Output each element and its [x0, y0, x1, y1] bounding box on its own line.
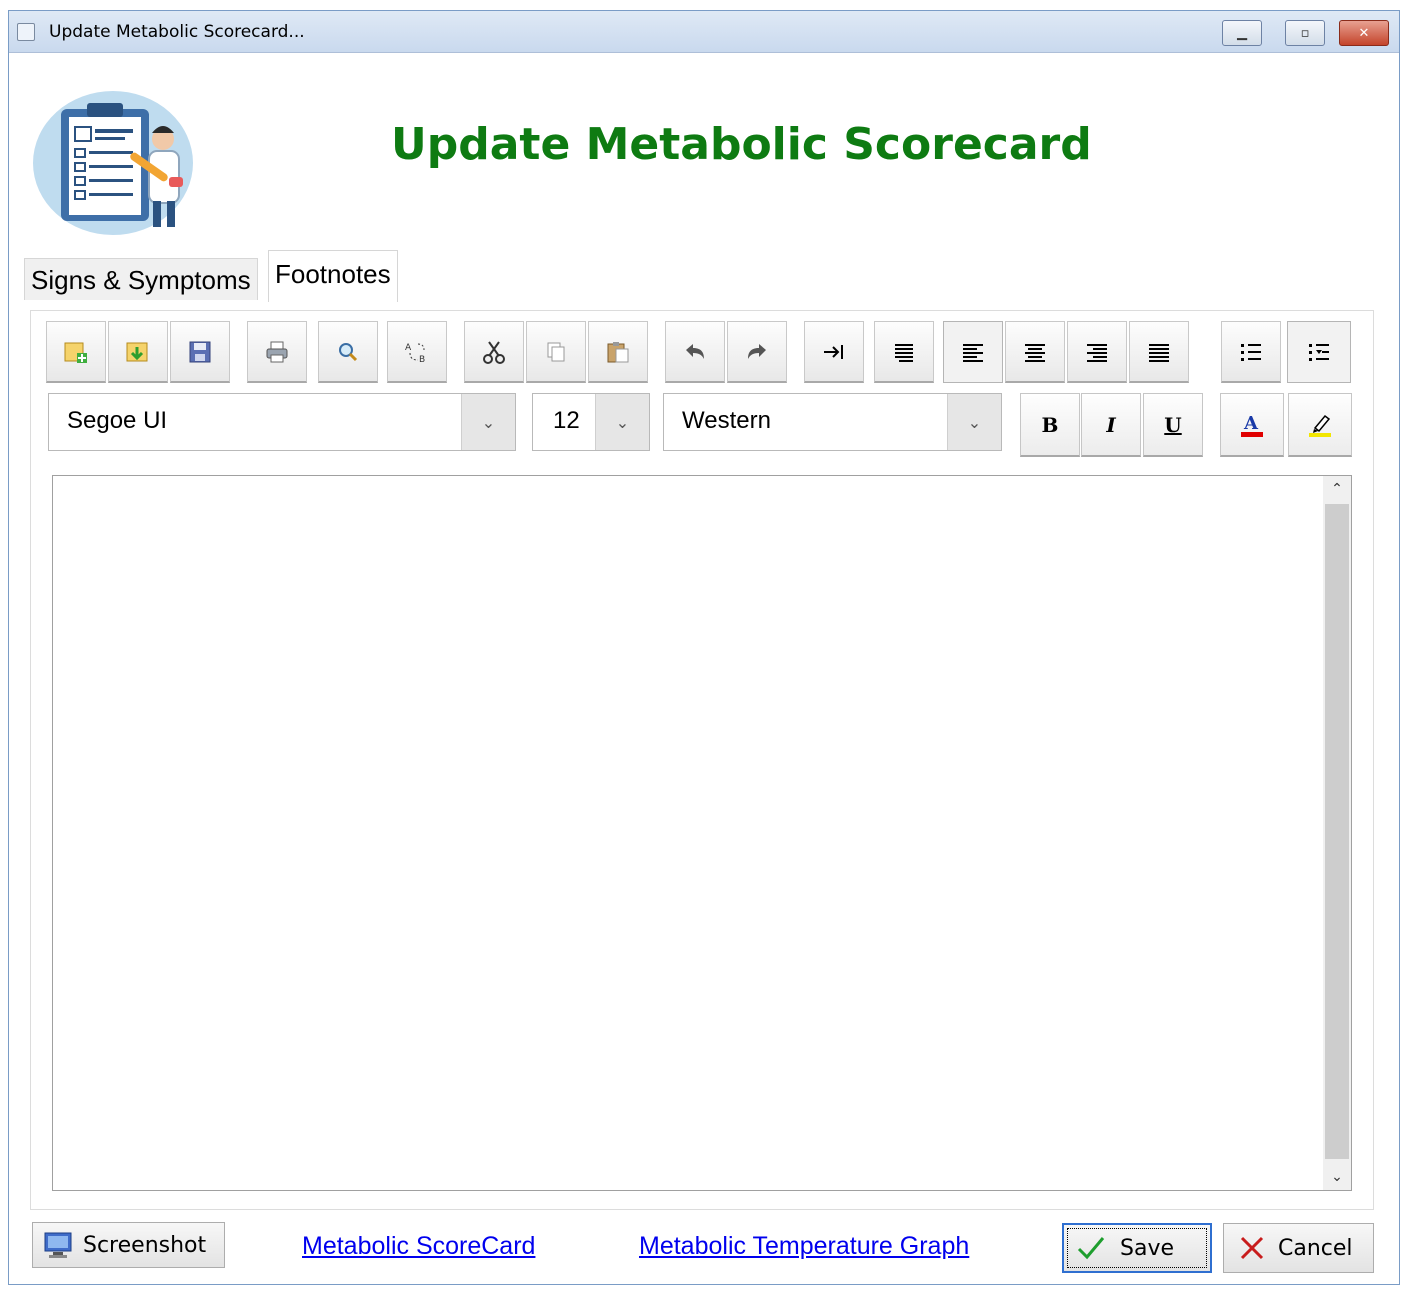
script-value: Western	[682, 407, 771, 434]
font-color-button[interactable]: A	[1220, 393, 1284, 457]
close-button[interactable]: ✕	[1339, 20, 1389, 46]
paragraph-button[interactable]	[874, 321, 934, 383]
scroll-down-icon[interactable]: ⌄	[1323, 1164, 1351, 1190]
new-document-icon	[64, 342, 87, 363]
cut-button[interactable]	[464, 321, 524, 383]
svg-text:B: B	[419, 355, 425, 365]
scrollbar-thumb[interactable]	[1325, 504, 1349, 1159]
paste-button[interactable]	[588, 321, 648, 383]
replace-button[interactable]: AB	[387, 321, 447, 383]
clipboard-illustration-icon	[33, 91, 193, 235]
bold-button[interactable]: B	[1020, 393, 1080, 457]
font-family-value: Segoe UI	[67, 407, 168, 434]
indent-button[interactable]	[804, 321, 864, 383]
monitor-icon	[44, 1232, 72, 1258]
underline-icon: U	[1164, 412, 1182, 437]
cancel-button[interactable]: Cancel	[1223, 1223, 1374, 1273]
screenshot-button[interactable]: Screenshot	[32, 1222, 225, 1268]
font-size-value: 12	[553, 407, 580, 434]
redo-button[interactable]	[727, 321, 787, 383]
numbered-list-button[interactable]	[1287, 321, 1351, 383]
bullet-list-icon	[1241, 343, 1261, 361]
save-button[interactable]: Save	[1062, 1223, 1212, 1273]
screenshot-label: Screenshot	[83, 1232, 207, 1258]
undo-button[interactable]	[665, 321, 725, 383]
find-icon	[339, 342, 358, 361]
script-select[interactable]: Western ⌄	[663, 393, 1002, 451]
bold-icon: B	[1041, 412, 1059, 437]
chevron-down-icon[interactable]: ⌄	[461, 394, 515, 450]
new-document-button[interactable]	[46, 321, 106, 383]
align-center-button[interactable]	[1005, 321, 1065, 383]
save-label: Save	[1120, 1235, 1175, 1261]
italic-icon: I	[1106, 412, 1116, 437]
redo-icon	[748, 343, 766, 359]
minimize-button[interactable]: ▁	[1222, 20, 1262, 46]
checkmark-icon	[1077, 1237, 1105, 1260]
editor-content[interactable]	[63, 486, 1311, 1180]
svg-text:A: A	[405, 343, 412, 353]
align-center-icon	[1025, 343, 1045, 362]
open-document-button[interactable]	[108, 321, 168, 383]
vertical-scrollbar[interactable]: ⌃ ⌄	[1323, 476, 1351, 1190]
font-size-select[interactable]: 12 ⌄	[532, 393, 650, 451]
page-title: Update Metabolic Scorecard	[391, 119, 1092, 170]
chevron-down-icon[interactable]: ⌄	[947, 394, 1001, 450]
find-button[interactable]	[318, 321, 378, 383]
highlight-button[interactable]	[1288, 393, 1352, 457]
numbered-list-icon	[1309, 344, 1329, 361]
app-icon	[17, 23, 35, 41]
align-left-icon	[963, 344, 983, 362]
align-right-button[interactable]	[1067, 321, 1127, 383]
chevron-down-icon[interactable]: ⌄	[595, 394, 649, 450]
justify-button[interactable]	[1129, 321, 1189, 383]
highlight-marker-icon	[1309, 414, 1331, 437]
copy-button[interactable]	[526, 321, 586, 383]
open-document-icon	[126, 342, 148, 361]
indent-icon	[824, 344, 843, 359]
print-button[interactable]	[247, 321, 307, 383]
italic-button[interactable]: I	[1081, 393, 1141, 457]
scroll-up-icon[interactable]: ⌃	[1323, 476, 1351, 502]
minimize-icon: ▁	[1237, 25, 1247, 41]
close-x-icon	[1240, 1236, 1264, 1260]
underline-button[interactable]: U	[1143, 393, 1203, 457]
metabolic-scorecard-link[interactable]: Metabolic ScoreCard	[302, 1232, 535, 1261]
save-file-button[interactable]	[170, 321, 230, 383]
tab-footnotes[interactable]: Footnotes	[268, 250, 398, 302]
copy-icon	[547, 342, 565, 361]
replace-icon: AB	[405, 343, 425, 365]
font-family-select[interactable]: Segoe UI ⌄	[48, 393, 516, 451]
save-icon	[189, 341, 211, 362]
maximize-button[interactable]: ▫	[1285, 20, 1325, 46]
title-bar[interactable]: Update Metabolic Scorecard... ▁ ▫ ✕	[9, 11, 1399, 53]
cut-icon	[483, 340, 505, 364]
font-color-icon: A	[1241, 413, 1263, 437]
metabolic-temperature-graph-link[interactable]: Metabolic Temperature Graph	[639, 1232, 969, 1261]
maximize-icon: ▫	[1300, 25, 1310, 41]
undo-icon	[686, 343, 704, 359]
footnotes-editor[interactable]: ⌃ ⌄	[52, 475, 1352, 1191]
paragraph-icon	[895, 343, 913, 362]
align-left-button[interactable]	[943, 321, 1003, 383]
cancel-label: Cancel	[1278, 1235, 1353, 1261]
close-icon: ✕	[1358, 25, 1370, 41]
window-title: Update Metabolic Scorecard...	[49, 22, 305, 42]
justify-icon	[1149, 343, 1169, 362]
svg-text:A: A	[1243, 413, 1259, 434]
align-right-icon	[1087, 343, 1107, 362]
paste-icon	[607, 341, 629, 362]
bullet-list-button[interactable]	[1221, 321, 1281, 383]
print-icon	[266, 341, 288, 362]
tab-signs-symptoms[interactable]: Signs & Symptoms	[24, 258, 258, 300]
